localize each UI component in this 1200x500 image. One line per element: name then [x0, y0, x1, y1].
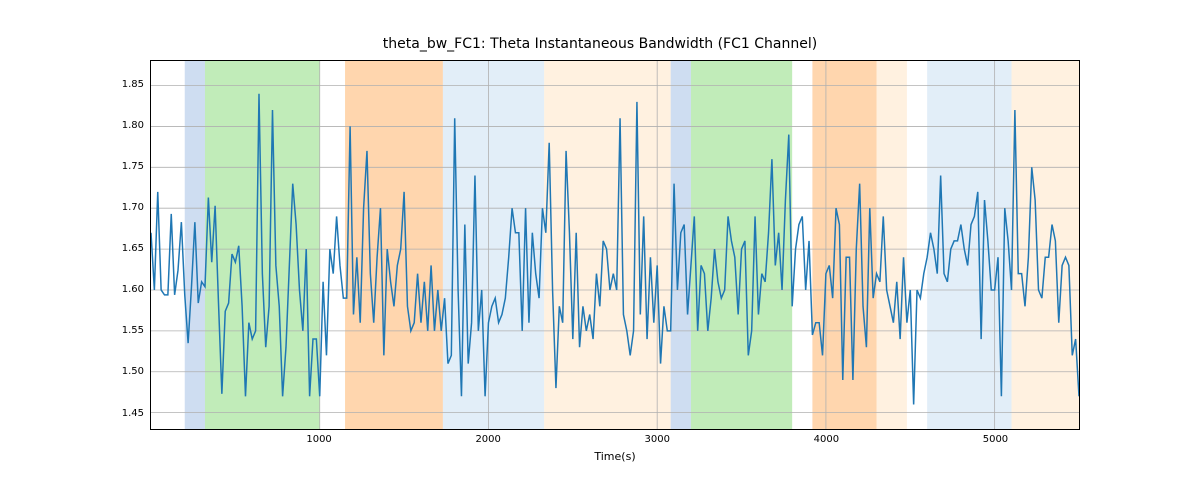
bg-region [185, 61, 205, 429]
plot-svg [151, 61, 1079, 429]
plot-area [150, 60, 1080, 430]
y-tick-label: 1.70 [104, 202, 144, 213]
y-tick-label: 1.50 [104, 366, 144, 377]
y-tick-label: 1.80 [104, 120, 144, 131]
y-tick-label: 1.85 [104, 79, 144, 90]
bg-region [443, 61, 544, 429]
x-tick-label: 5000 [975, 434, 1015, 445]
x-axis-label: Time(s) [150, 450, 1080, 463]
y-tick-label: 1.65 [104, 243, 144, 254]
bg-region [345, 61, 443, 429]
x-tick-label: 1000 [299, 434, 339, 445]
x-tick-label: 3000 [637, 434, 677, 445]
y-tick-label: 1.75 [104, 161, 144, 172]
y-tick-label: 1.55 [104, 325, 144, 336]
chart-title: theta_bw_FC1: Theta Instantaneous Bandwi… [0, 36, 1200, 52]
bg-region [1012, 61, 1079, 429]
y-tick-label: 1.45 [104, 408, 144, 419]
bg-region [812, 61, 876, 429]
x-tick-label: 4000 [806, 434, 846, 445]
y-tick-label: 1.60 [104, 284, 144, 295]
x-tick-label: 2000 [468, 434, 508, 445]
figure: theta_bw_FC1: Theta Instantaneous Bandwi… [0, 0, 1200, 500]
bg-region [544, 61, 671, 429]
